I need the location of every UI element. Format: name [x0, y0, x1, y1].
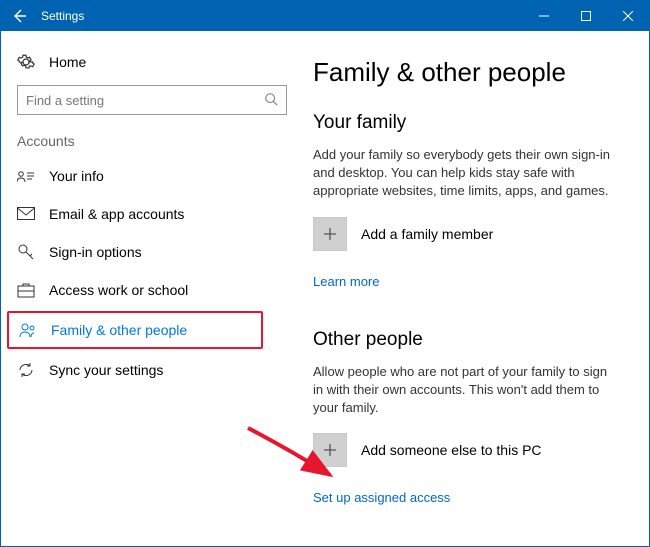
learn-more-link[interactable]: Learn more [313, 274, 379, 289]
other-heading: Other people [313, 329, 625, 351]
window-title: Settings [41, 9, 84, 23]
sync-icon [17, 361, 35, 379]
search-placeholder: Find a setting [26, 93, 264, 108]
nav-email-accounts[interactable]: Email & app accounts [1, 195, 303, 233]
close-icon [623, 11, 633, 21]
person-card-icon [17, 167, 35, 185]
other-desc: Allow people who are not part of your fa… [313, 363, 613, 418]
nav-your-info[interactable]: Your info [1, 157, 303, 195]
main-pane: Family & other people Your family Add yo… [303, 31, 649, 546]
nav-sync-settings[interactable]: Sync your settings [1, 351, 303, 389]
nav-label: Sign-in options [49, 244, 142, 260]
search-icon [264, 92, 278, 109]
family-desc: Add your family so everybody gets their … [313, 146, 613, 201]
people-icon [19, 321, 37, 339]
minimize-button[interactable] [523, 1, 565, 31]
key-icon [17, 243, 35, 261]
page-title: Family & other people [313, 57, 625, 88]
maximize-button[interactable] [565, 1, 607, 31]
nav-label: Your info [49, 168, 104, 184]
family-heading: Your family [313, 112, 625, 134]
add-someone-label: Add someone else to this PC [361, 442, 542, 458]
sidebar: Home Find a setting Accounts Your info [1, 31, 303, 546]
nav-family-people[interactable]: Family & other people [7, 311, 263, 349]
home-nav[interactable]: Home [1, 45, 303, 85]
close-button[interactable] [607, 1, 649, 31]
other-people-section: Other people Allow people who are not pa… [313, 329, 625, 516]
maximize-icon [581, 11, 591, 21]
category-label: Accounts [1, 133, 303, 157]
nav-label: Access work or school [49, 282, 188, 298]
back-arrow-icon [11, 8, 27, 24]
add-family-member-button[interactable]: Add a family member [313, 217, 625, 251]
gear-icon [17, 53, 35, 71]
plus-icon [313, 217, 347, 251]
titlebar: Settings [1, 1, 649, 31]
nav-signin-options[interactable]: Sign-in options [1, 233, 303, 271]
plus-icon [313, 433, 347, 467]
briefcase-icon [17, 281, 35, 299]
your-family-section: Your family Add your family so everybody… [313, 112, 625, 299]
search-input[interactable]: Find a setting [17, 85, 287, 115]
add-someone-else-button[interactable]: Add someone else to this PC [313, 433, 625, 467]
minimize-icon [539, 11, 549, 21]
home-label: Home [49, 54, 86, 70]
nav-label: Sync your settings [49, 362, 163, 378]
assigned-access-link[interactable]: Set up assigned access [313, 490, 450, 505]
mail-icon [17, 205, 35, 223]
nav-label: Family & other people [51, 322, 187, 338]
nav-work-school[interactable]: Access work or school [1, 271, 303, 309]
settings-window: Settings Home Find a setting [0, 0, 650, 547]
add-family-label: Add a family member [361, 226, 493, 242]
nav-label: Email & app accounts [49, 206, 184, 222]
back-button[interactable] [1, 1, 37, 31]
